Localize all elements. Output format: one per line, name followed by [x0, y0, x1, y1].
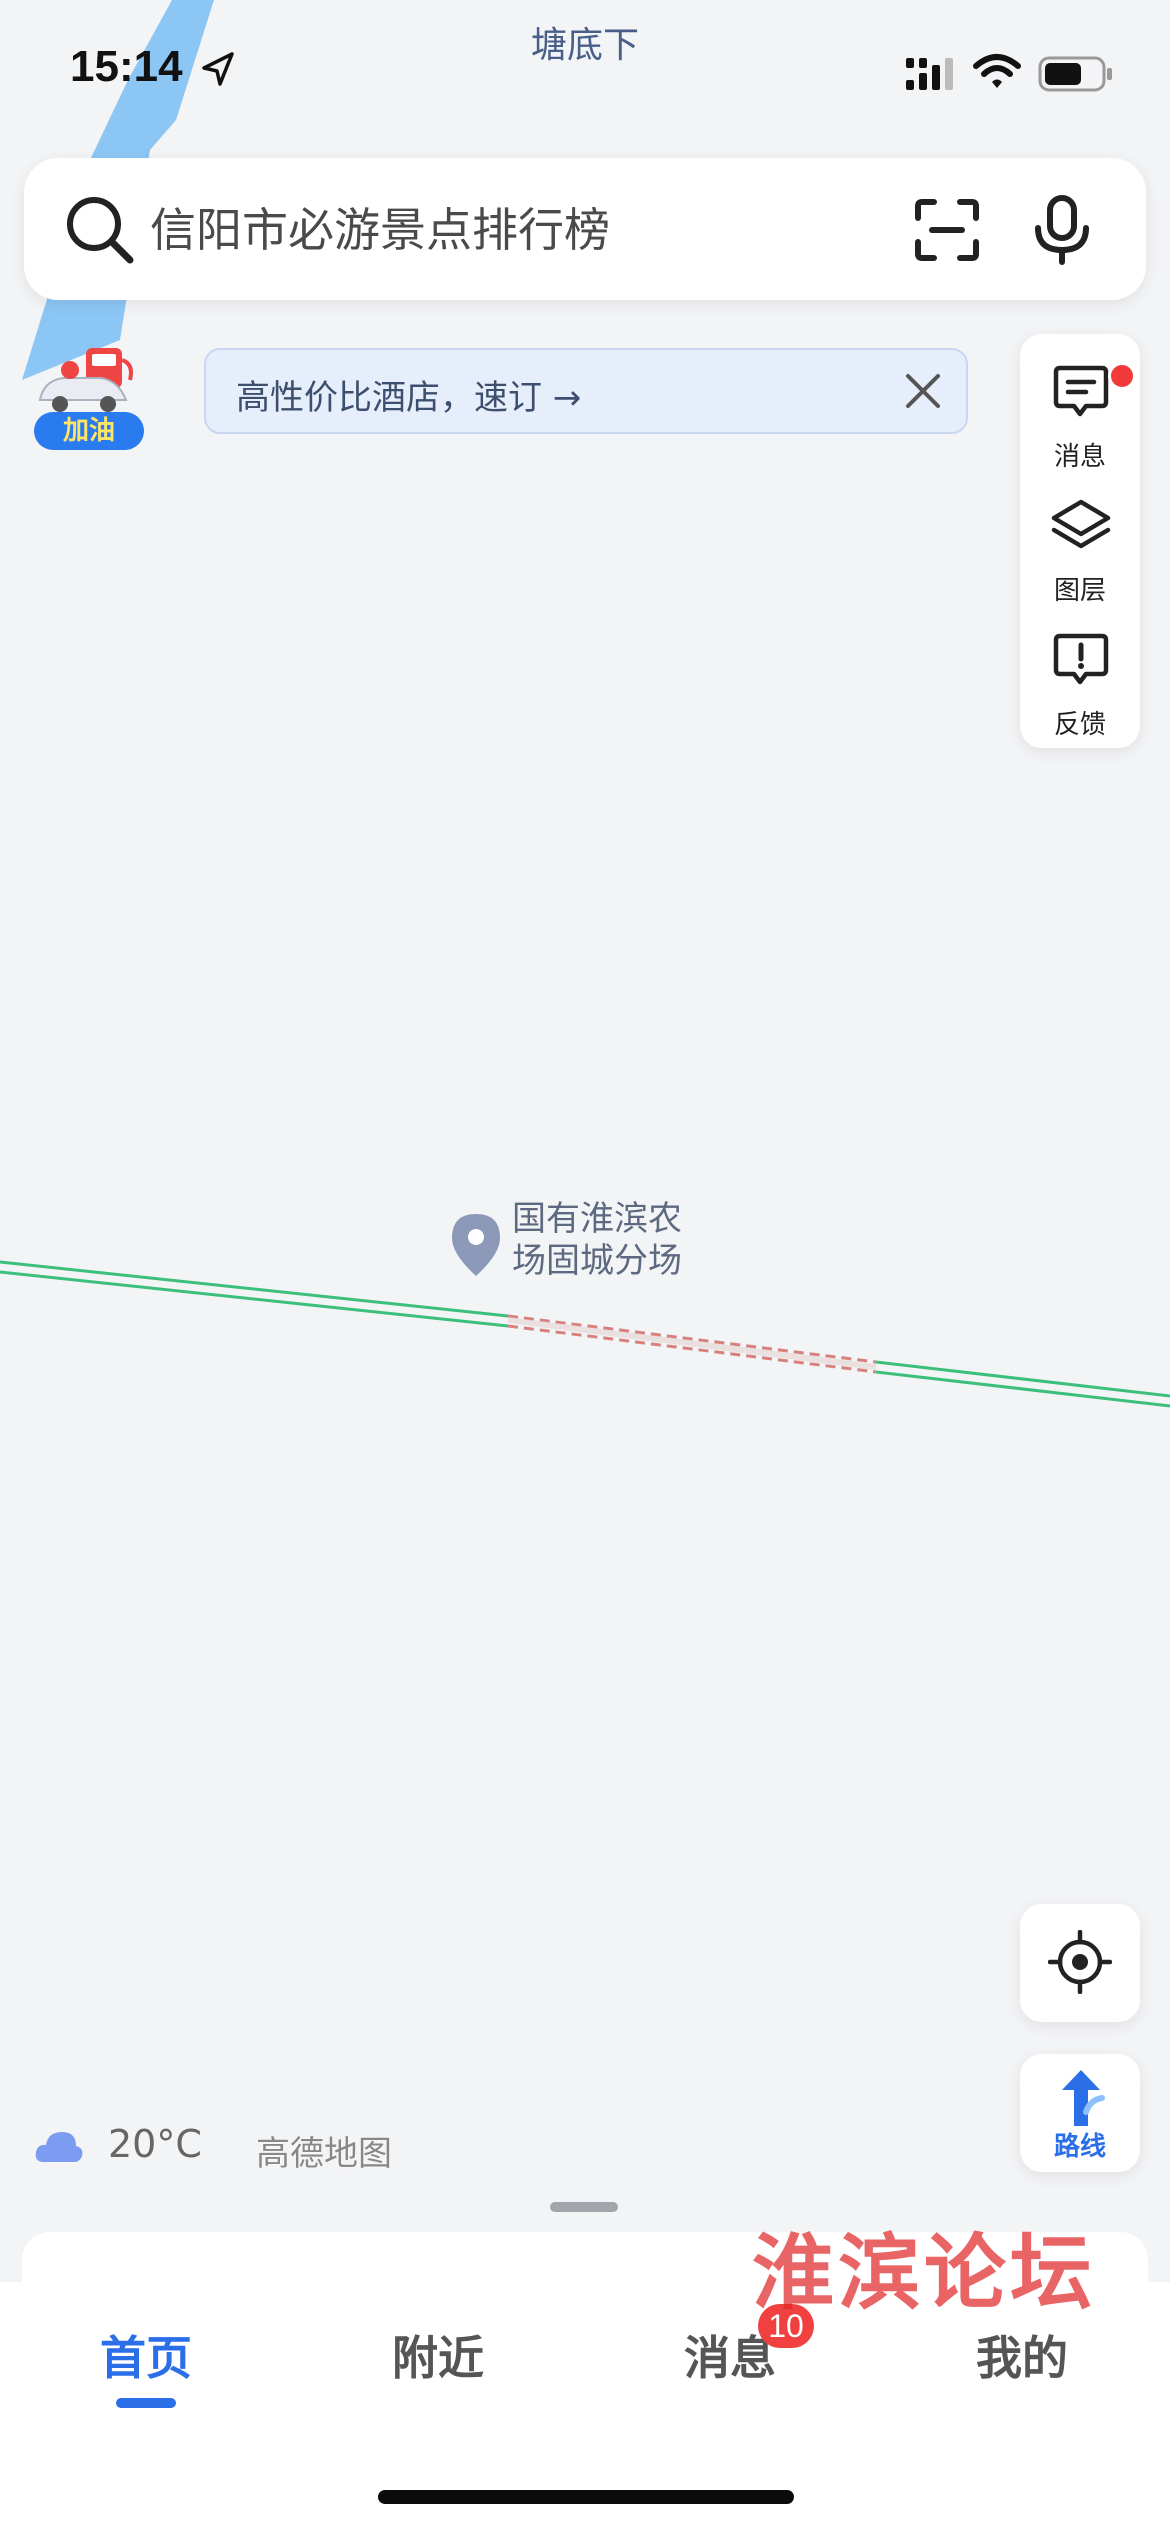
tool-layers[interactable]: 图层	[1020, 478, 1140, 610]
map-tools-panel: 消息 图层 反馈	[1020, 334, 1140, 748]
map-home-screen: 15:14 塘底下 信阳市必游景点排行榜 加油 高性价比酒店，速订 → 消息 图…	[0, 0, 1170, 2532]
poi-name: 国有淮滨农 场固城分场	[512, 1198, 732, 1282]
battery-icon	[1038, 56, 1112, 92]
search-input[interactable]	[148, 188, 852, 272]
scan-icon[interactable]	[914, 198, 980, 262]
hotel-promo-banner[interactable]: 高性价比酒店，速订 →	[204, 348, 968, 434]
hotel-promo-text: 高性价比酒店，速订 →	[236, 378, 582, 418]
status-bar: 15:14 塘底下	[0, 0, 1170, 150]
current-place-name: 塘底下	[530, 25, 639, 66]
tab-messages[interactable]: 消息 10	[630, 2304, 830, 2422]
poi-name-line1: 国有淮滨农	[512, 1199, 682, 1239]
tool-messages[interactable]: 消息	[1020, 344, 1140, 476]
layers-icon	[1051, 499, 1111, 549]
microphone-icon[interactable]	[1032, 194, 1092, 266]
message-icon	[1053, 365, 1109, 417]
tool-label: 消息	[1053, 442, 1106, 472]
sheet-drag-handle[interactable]	[550, 2202, 618, 2212]
forum-watermark: 淮滨论坛	[752, 2225, 1097, 2321]
fuel-shortcut[interactable]: 加油	[30, 346, 148, 452]
active-tab-indicator	[116, 2398, 176, 2408]
map-pin-icon	[452, 1214, 500, 1276]
home-indicator[interactable]	[378, 2490, 794, 2504]
weather-temperature[interactable]: 20°C	[108, 2122, 202, 2166]
tab-nearby[interactable]: 附近	[338, 2322, 538, 2422]
cellular-signal-icon	[906, 58, 953, 90]
route-arrow-icon	[1062, 2070, 1105, 2126]
search-bar[interactable]	[24, 158, 1146, 300]
gas-station-car-icon	[38, 348, 133, 412]
tab-label: 附近	[392, 2331, 484, 2385]
road-dashed-b	[507, 1324, 877, 1374]
road-left-a	[0, 1260, 509, 1318]
map-logo: 高德地图	[256, 2134, 392, 2174]
tool-feedback[interactable]: 反馈	[1020, 612, 1140, 744]
poi-name-line2: 场固城分场	[512, 1241, 682, 1281]
close-icon[interactable]	[902, 370, 944, 412]
fuel-label: 加油	[34, 412, 144, 450]
wifi-icon	[973, 54, 1021, 88]
feedback-icon	[1053, 633, 1109, 685]
road-right-a	[875, 1360, 1170, 1398]
poi-marker[interactable]: 国有淮滨农 场固城分场	[448, 1198, 728, 1298]
cloud-icon	[35, 2132, 83, 2162]
search-icon	[67, 197, 134, 264]
tab-label: 首页	[100, 2331, 192, 2385]
route-button[interactable]: 路线	[1020, 2054, 1140, 2172]
tab-mine[interactable]: 我的	[922, 2322, 1122, 2422]
road-dashed-a	[507, 1314, 877, 1364]
tool-label: 图层	[1053, 576, 1106, 606]
locate-me-button[interactable]	[1020, 1904, 1140, 2022]
road-dashed-fill	[507, 1317, 877, 1370]
route-label: 路线	[1053, 2132, 1106, 2162]
notification-dot	[1108, 362, 1136, 390]
tab-home[interactable]: 首页	[46, 2322, 246, 2422]
road-left-b	[0, 1270, 509, 1328]
tab-label: 我的	[976, 2331, 1068, 2385]
road-right-b	[875, 1370, 1170, 1408]
crosshair-icon	[1048, 1930, 1112, 1994]
status-time: 15:14	[70, 42, 183, 91]
tool-label: 反馈	[1053, 710, 1106, 740]
location-arrow-icon	[202, 52, 234, 86]
